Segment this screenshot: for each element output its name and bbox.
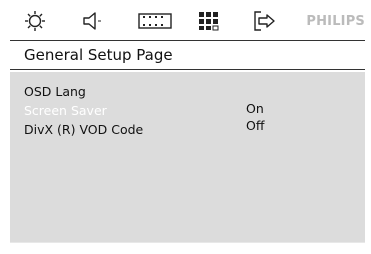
page-title: General Setup Page [24, 46, 173, 64]
audio-setup-icon[interactable] [80, 10, 106, 32]
video-setup-icon[interactable] [137, 10, 173, 32]
option-off[interactable]: Off [246, 118, 264, 133]
menu-item-screen-saver[interactable]: Screen Saver [24, 103, 107, 118]
option-on[interactable]: On [246, 101, 264, 116]
general-setup-icon[interactable] [22, 10, 48, 32]
setup-toolbar: PHILIPS [0, 0, 371, 42]
brand-logo: PHILIPS [306, 14, 365, 29]
page-title-bar: General Setup Page [10, 40, 365, 70]
exit-icon[interactable] [252, 10, 278, 32]
menu-item-osd-lang[interactable]: OSD Lang [24, 84, 86, 99]
bottom-divider [10, 242, 365, 243]
menu-item-divx-vod-code[interactable]: DivX (R) VOD Code [24, 122, 143, 137]
menu-panel: OSD Lang Screen Saver DivX (R) VOD Code … [10, 72, 365, 242]
preference-setup-icon[interactable] [196, 10, 222, 32]
